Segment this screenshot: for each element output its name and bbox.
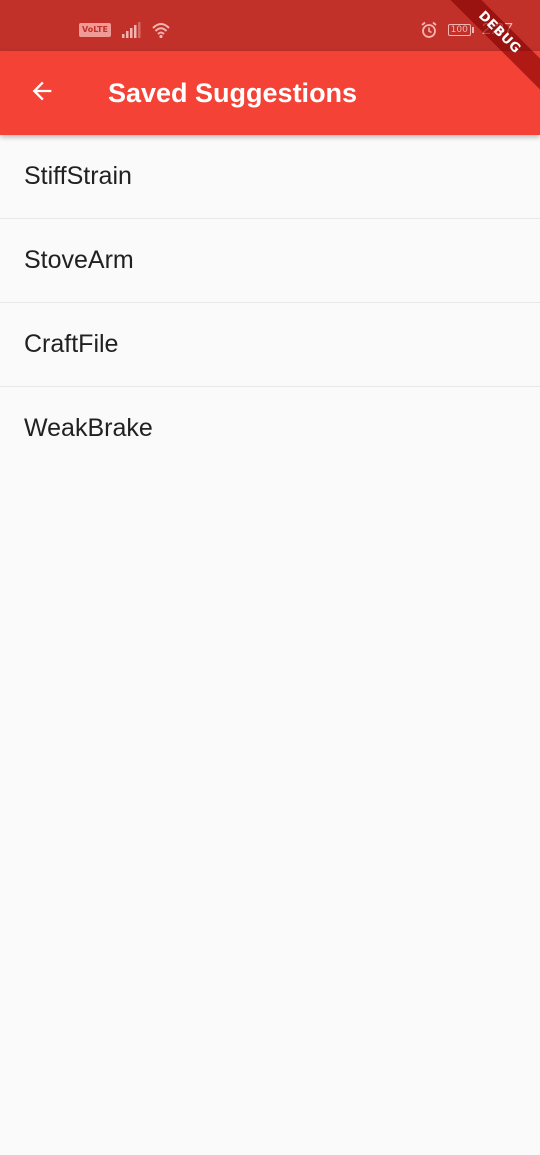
list-item[interactable]: StoveArm — [0, 219, 540, 303]
status-bar: VoLTE 100 2:37 — [0, 0, 540, 51]
list-item[interactable]: WeakBrake — [0, 387, 540, 470]
battery-cap — [471, 27, 474, 33]
status-clock: 2:37 — [481, 21, 513, 38]
list-item-label: StoveArm — [24, 246, 134, 274]
arrow-back-icon — [28, 77, 56, 110]
list-item[interactable]: CraftFile — [0, 303, 540, 387]
app-bar: Saved Suggestions — [0, 51, 540, 135]
list-item-label: CraftFile — [24, 330, 119, 358]
page-title: Saved Suggestions — [108, 78, 358, 108]
battery-icon: 100 — [447, 24, 474, 36]
back-button[interactable] — [14, 65, 70, 121]
list-item-label: StiffStrain — [24, 162, 132, 190]
list-item-label: WeakBrake — [24, 414, 153, 442]
saved-suggestions-list: StiffStrain StoveArm CraftFile WeakBrake — [0, 135, 540, 470]
status-bar-left: VoLTE — [79, 21, 171, 39]
alarm-icon — [420, 21, 440, 39]
volte-icon: VoLTE — [79, 23, 111, 37]
status-bar-right: 100 2:37 — [420, 21, 513, 39]
wifi-icon — [151, 21, 171, 39]
battery-level: 100 — [447, 24, 471, 36]
list-item[interactable]: StiffStrain — [0, 135, 540, 219]
signal-icon — [121, 21, 141, 39]
screen: VoLTE 100 2:37 Saved Suggestions DEBUG S… — [0, 0, 540, 1155]
